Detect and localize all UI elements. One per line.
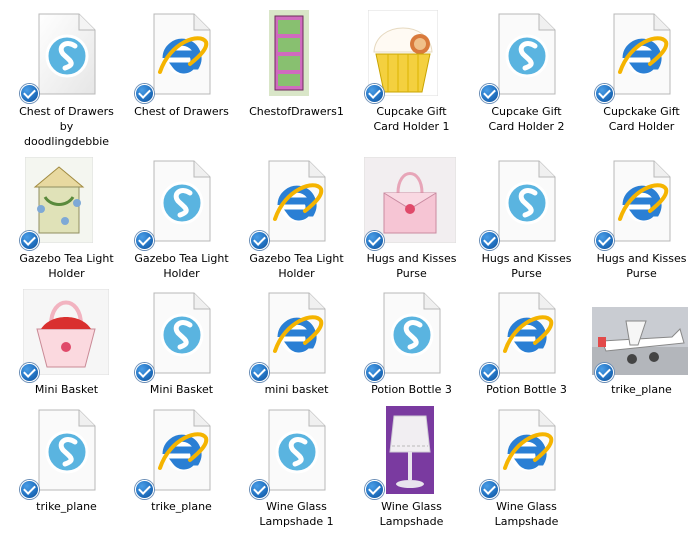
- silhouette-document-icon: [265, 408, 329, 492]
- file-name: trike_plane: [36, 500, 97, 513]
- file-item[interactable]: ChestofDrawers1: [239, 8, 354, 148]
- sync-status-check-icon: [20, 363, 39, 382]
- file-item[interactable]: Chest of Drawers: [124, 8, 239, 148]
- sync-status-check-icon: [135, 480, 154, 499]
- file-name: Hugs and Kisses Purse: [481, 252, 572, 280]
- internet-explorer-icon: [495, 291, 559, 375]
- sync-status-check-icon: [365, 363, 384, 382]
- sync-status-check-icon: [20, 84, 39, 103]
- sync-status-check-icon: [365, 231, 384, 250]
- photo-thumbnail: [386, 406, 434, 494]
- sync-status-check-icon: [20, 480, 39, 499]
- internet-explorer-icon: [265, 291, 329, 375]
- file-name: Cupcake Gift Card Holder 1: [373, 105, 450, 133]
- file-name: Hugs and Kisses Purse: [596, 252, 687, 280]
- file-item[interactable]: Gazebo Tea Light Holder: [124, 155, 239, 295]
- photo-thumbnail: [368, 10, 438, 96]
- internet-explorer-icon: [150, 12, 214, 96]
- file-name: Potion Bottle 3: [486, 383, 567, 396]
- sync-status-check-icon: [595, 231, 614, 250]
- file-item[interactable]: Gazebo Tea Light Holder: [9, 155, 124, 295]
- file-name: Potion Bottle 3: [371, 383, 452, 396]
- file-name: trike_plane: [151, 500, 212, 513]
- file-item[interactable]: trike_plane: [9, 404, 124, 544]
- file-item[interactable]: Gazebo Tea Light Holder: [239, 155, 354, 295]
- sync-status-check-icon: [595, 363, 614, 382]
- sync-status-check-icon: [480, 84, 499, 103]
- file-item[interactable]: Chest of Drawers by doodlingdebbie: [9, 8, 124, 148]
- silhouette-document-icon: [35, 12, 99, 96]
- internet-explorer-icon: [150, 408, 214, 492]
- photo-thumbnail: [25, 157, 93, 243]
- file-name: Wine Glass Lampshade: [494, 500, 559, 528]
- sync-status-check-icon: [480, 231, 499, 250]
- file-item[interactable]: Hugs and Kisses Purse: [584, 155, 696, 295]
- file-name: Gazebo Tea Light Holder: [19, 252, 114, 280]
- sync-status-check-icon: [365, 84, 384, 103]
- silhouette-document-icon: [35, 408, 99, 492]
- file-name: Chest of Drawers by doodlingdebbie: [19, 105, 114, 148]
- file-item[interactable]: trike_plane: [124, 404, 239, 544]
- sync-status-check-icon: [250, 363, 269, 382]
- sync-status-check-icon: [365, 480, 384, 499]
- internet-explorer-icon: [495, 408, 559, 492]
- silhouette-document-icon: [150, 159, 214, 243]
- file-item[interactable]: Cupcake Gift Card Holder 2: [469, 8, 584, 148]
- sync-status-check-icon: [250, 231, 269, 250]
- file-item[interactable]: Wine Glass Lampshade 1: [239, 404, 354, 544]
- internet-explorer-icon: [610, 12, 674, 96]
- file-item[interactable]: Wine Glass Lampshade: [469, 404, 584, 544]
- sync-status-check-icon: [480, 480, 499, 499]
- sync-status-check-icon: [135, 363, 154, 382]
- internet-explorer-icon: [265, 159, 329, 243]
- silhouette-document-icon: [150, 291, 214, 375]
- file-name: Mini Basket: [34, 383, 99, 396]
- file-name: Wine Glass Lampshade: [379, 500, 444, 528]
- file-name: Gazebo Tea Light Holder: [249, 252, 344, 280]
- silhouette-document-icon: [380, 291, 444, 375]
- photo-thumbnail: [364, 157, 456, 243]
- file-item[interactable]: Cupcake Gift Card Holder 1: [354, 8, 469, 148]
- photo-thumbnail: [269, 10, 309, 96]
- sync-status-check-icon: [20, 231, 39, 250]
- sync-status-check-icon: [135, 84, 154, 103]
- file-item[interactable]: Hugs and Kisses Purse: [354, 155, 469, 295]
- silhouette-document-icon: [495, 159, 559, 243]
- file-name: Chest of Drawers: [134, 105, 229, 118]
- file-name: Cupcake Gift Card Holder 2: [488, 105, 565, 133]
- file-name: mini basket: [264, 383, 329, 396]
- file-item[interactable]: Wine Glass Lampshade: [354, 404, 469, 544]
- file-name: Gazebo Tea Light Holder: [134, 252, 229, 280]
- photo-thumbnail: [23, 289, 109, 375]
- file-item[interactable]: Hugs and Kisses Purse: [469, 155, 584, 295]
- file-name: Hugs and Kisses Purse: [366, 252, 457, 280]
- silhouette-document-icon: [495, 12, 559, 96]
- sync-status-check-icon: [250, 480, 269, 499]
- file-name: trike_plane: [611, 383, 672, 396]
- file-item[interactable]: Cupckake Gift Card Holder: [584, 8, 696, 148]
- sync-status-check-icon: [595, 84, 614, 103]
- sync-status-check-icon: [135, 231, 154, 250]
- file-item[interactable]: trike_plane: [584, 287, 696, 427]
- file-name: Mini Basket: [149, 383, 214, 396]
- file-name: ChestofDrawers1: [249, 105, 344, 118]
- file-name: Wine Glass Lampshade 1: [259, 500, 334, 528]
- sync-status-check-icon: [480, 363, 499, 382]
- file-name: Cupckake Gift Card Holder: [603, 105, 680, 133]
- internet-explorer-icon: [610, 159, 674, 243]
